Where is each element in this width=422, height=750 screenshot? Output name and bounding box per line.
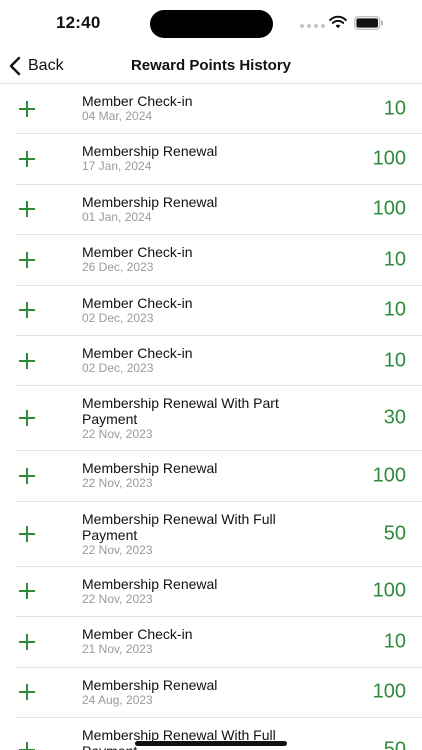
plus-icon [18,352,36,370]
plus-icon [18,251,36,269]
navigation-bar: Back Reward Points History [0,46,422,84]
entry-points: 10 [383,630,406,653]
home-indicator [135,741,287,746]
plus-icon [18,150,36,168]
entry-date: 21 Nov, 2023 [82,642,153,657]
entry-title: Membership Renewal [82,460,218,477]
history-row[interactable]: Membership Renewal 24 Aug, 2023 100 [16,668,422,718]
entry-points: 10 [383,248,406,271]
entry-title: Member Check-in [82,344,193,361]
reward-points-history-screen: 12:40 Back Reward Points History Member … [0,0,422,750]
history-row[interactable]: Membership Renewal With Full Payment 22 … [16,502,422,567]
history-row[interactable]: Membership Renewal 22 Nov, 2023 100 [16,567,422,618]
entry-points: 100 [372,147,406,170]
history-row[interactable]: Membership Renewal With Part Payment 22 … [16,386,422,452]
entry-points: 100 [372,197,406,220]
entry-title: Membership Renewal With Full Payment [82,510,276,543]
cellular-signal-icon [300,24,325,28]
plus-icon [18,200,36,218]
entry-points: 100 [372,579,406,602]
plus-icon [18,741,36,750]
history-row[interactable]: Member Check-in 26 Dec, 2023 10 [16,235,422,286]
plus-icon [18,100,36,118]
plus-icon [18,467,36,485]
entry-title: Member Check-in [82,626,193,643]
entry-points: 100 [372,464,406,487]
entry-date: 24 Aug, 2023 [82,692,153,707]
plus-icon [18,633,36,651]
entry-title: Membership Renewal [82,143,218,160]
entry-date: 22 Nov, 2023 [82,591,153,606]
entry-date: 26 Dec, 2023 [82,260,154,275]
entry-date: 02 Dec, 2023 [82,360,154,375]
entry-title: Membership Renewal [82,193,218,210]
entry-title: Membership Renewal With Part Payment [82,395,279,428]
entry-date: 17 Jan, 2024 [82,159,152,174]
battery-icon [354,16,383,30]
plus-icon [18,582,36,600]
entry-title: Membership Renewal [82,575,218,592]
entry-points: 100 [372,680,406,703]
entry-title: Member Check-in [82,93,193,109]
plus-icon [18,301,36,319]
page-title: Reward Points History [130,57,292,74]
plus-icon [18,525,36,543]
history-row[interactable]: Member Check-in 04 Mar, 2024 10 [16,84,422,135]
entry-points: 10 [383,349,406,372]
entry-title: Member Check-in [82,294,193,311]
entry-date: 22 Nov, 2023 [82,427,153,442]
wifi-icon [329,15,347,29]
reward-history-list[interactable]: Member Check-in 04 Mar, 2024 10 Membersh… [16,84,422,750]
plus-icon [18,409,36,427]
entry-date: 22 Nov, 2023 [82,542,153,557]
entry-date: 04 Mar, 2024 [82,109,153,123]
entry-points: 30 [383,406,406,429]
history-row[interactable]: Member Check-in 02 Dec, 2023 10 [16,286,422,336]
entry-title: Membership Renewal [82,676,218,693]
history-row[interactable]: Member Check-in 02 Dec, 2023 10 [16,336,422,387]
history-row[interactable]: Membership Renewal 17 Jan, 2024 100 [16,134,422,185]
entry-date: 01 Jan, 2024 [82,209,152,224]
entry-date: 02 Dec, 2023 [82,310,154,325]
dynamic-island [150,10,273,38]
status-bar: 12:40 [0,0,422,46]
status-time: 12:40 [56,13,101,32]
entry-points: 50 [383,522,406,545]
plus-icon [18,683,36,701]
history-row[interactable]: Membership Renewal 22 Nov, 2023 100 [16,451,422,502]
entry-title: Member Check-in [82,244,193,261]
entry-points: 10 [383,298,406,321]
entry-points: 50 [383,738,406,750]
history-row[interactable]: Member Check-in 21 Nov, 2023 10 [16,617,422,668]
history-row[interactable]: Membership Renewal 01 Jan, 2024 100 [16,185,422,236]
entry-title: Membership Renewal With Full Payment [82,726,276,750]
entry-points: 10 [383,97,406,120]
entry-date: 22 Nov, 2023 [82,476,153,491]
